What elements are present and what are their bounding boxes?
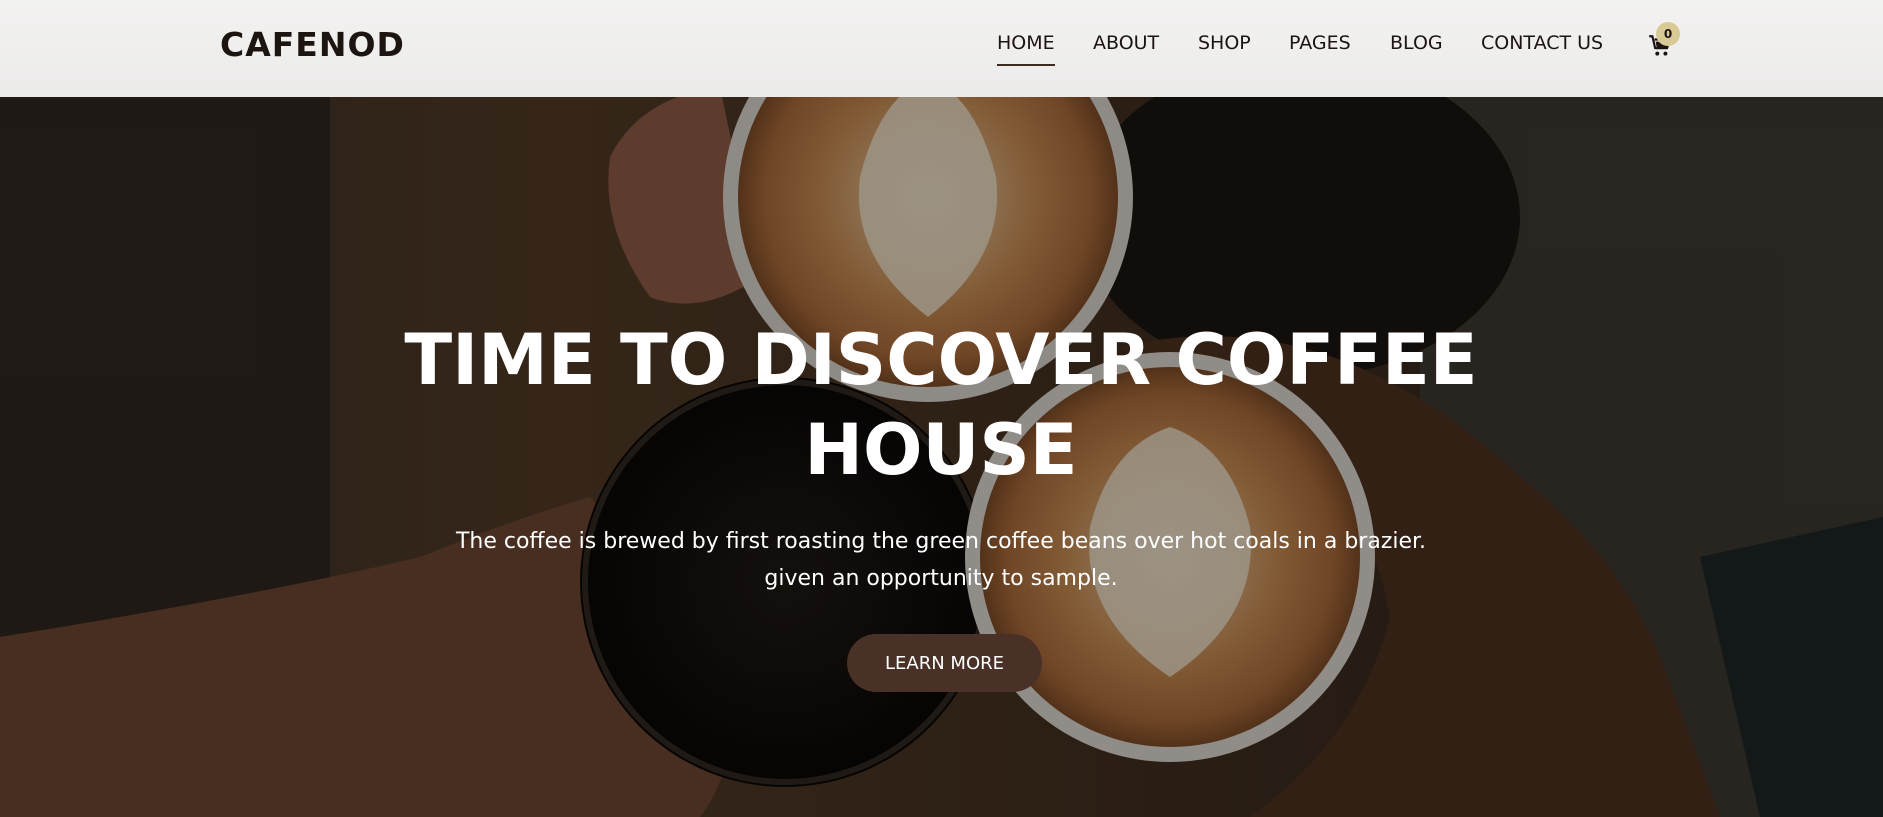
- nav-home[interactable]: HOME: [997, 32, 1055, 66]
- hero-section: TIME TO DISCOVER COFFEE HOUSE The coffee…: [0, 97, 1883, 817]
- nav-about[interactable]: ABOUT: [1093, 32, 1159, 54]
- cart-count-badge: 0: [1656, 22, 1680, 46]
- hero-description-line-1: The coffee is brewed by first roasting t…: [455, 529, 1427, 554]
- nav-pages[interactable]: PAGES: [1289, 32, 1351, 54]
- hero-description-line-2: given an opportunity to sample.: [764, 566, 1118, 591]
- nav-contact-us[interactable]: CONTACT US: [1481, 32, 1603, 54]
- main-nav: HOME ABOUT SHOP PAGES BLOG CONTACT US: [0, 32, 1883, 72]
- learn-more-button[interactable]: LEARN MORE: [847, 634, 1042, 692]
- nav-shop[interactable]: SHOP: [1198, 32, 1251, 54]
- hero-title-line-1: TIME TO DISCOVER COFFEE: [404, 319, 1478, 401]
- site-header: CAFENOD HOME ABOUT SHOP PAGES BLOG CONTA…: [0, 0, 1883, 97]
- hero-title: TIME TO DISCOVER COFFEE HOUSE: [341, 315, 1541, 495]
- nav-blog[interactable]: BLOG: [1390, 32, 1443, 54]
- hero-description: The coffee is brewed by first roasting t…: [391, 523, 1491, 597]
- hero-title-line-2: HOUSE: [804, 409, 1078, 491]
